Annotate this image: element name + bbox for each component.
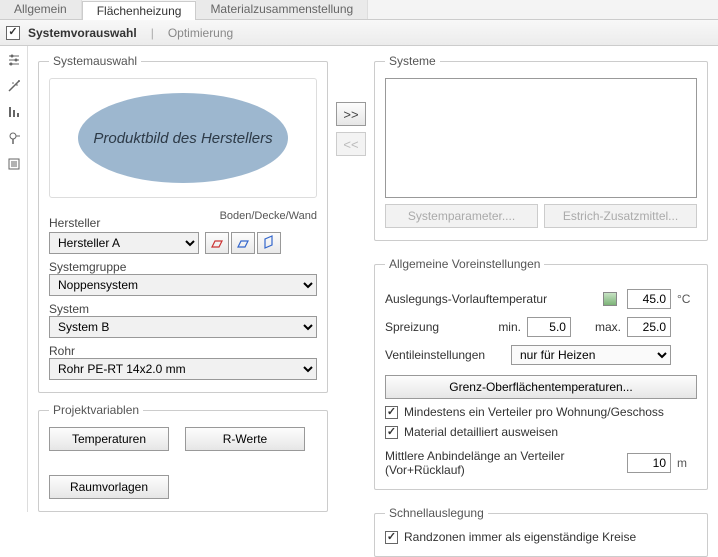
randzonen-checkbox[interactable] [385, 531, 398, 544]
levels-icon[interactable] [6, 104, 22, 120]
voreinstellungen-legend: Allgemeine Voreinstellungen [385, 257, 544, 271]
schnellauslegung-legend: Schnellauslegung [385, 506, 488, 520]
subheader-secondary[interactable]: Optimierung [168, 26, 233, 40]
systemauswahl-group: Systemauswahl Produktbild des Hersteller… [38, 54, 328, 393]
systemparameter-button[interactable]: Systemparameter.... [385, 204, 538, 228]
systemgruppe-label: Systemgruppe [49, 260, 317, 274]
grenz-oberflaechentemp-button[interactable]: Grenz-Oberflächentemperaturen... [385, 375, 697, 399]
material-detailliert-checkbox[interactable] [385, 426, 398, 439]
allgemeine-voreinstellungen-group: Allgemeine Voreinstellungen Auslegungs-V… [374, 257, 708, 490]
temperature-indicator-icon [603, 292, 617, 306]
vorlauf-label: Auslegungs-Vorlauftemperatur [385, 292, 597, 306]
system-label: System [49, 302, 317, 316]
vorlauf-input[interactable] [627, 289, 671, 309]
divider: | [151, 26, 154, 40]
systeme-legend: Systeme [385, 54, 440, 68]
bdw-label: Boden/Decke/Wand [220, 210, 317, 222]
ventil-select[interactable]: nur für Heizen [511, 345, 671, 365]
anbind-input[interactable] [627, 453, 671, 473]
boden-toggle[interactable] [205, 232, 229, 254]
verteiler-pro-wohnung-label: Mindestens ein Verteiler pro Wohnung/Ges… [404, 405, 664, 419]
verteiler-pro-wohnung-checkbox[interactable] [385, 406, 398, 419]
spreizung-max-input[interactable] [627, 317, 671, 337]
hersteller-label: Hersteller [49, 216, 100, 230]
sliders-icon[interactable] [6, 52, 22, 68]
hersteller-select[interactable]: Hersteller A [49, 232, 199, 254]
system-select[interactable]: System B [49, 316, 317, 338]
add-system-button[interactable]: >> [336, 102, 366, 126]
anbind-unit: m [677, 456, 697, 470]
wand-icon[interactable] [6, 78, 22, 94]
systeme-listbox[interactable] [385, 78, 697, 198]
rohr-label: Rohr [49, 344, 317, 358]
wand-toggle[interactable] [257, 232, 281, 254]
temperaturen-button[interactable]: Temperaturen [49, 427, 169, 451]
max-label: max. [595, 320, 621, 334]
spreizung-min-input[interactable] [527, 317, 571, 337]
anbind-label: Mittlere Anbindelänge an Verteiler (Vor+… [385, 449, 621, 477]
remove-system-button[interactable]: << [336, 132, 366, 156]
systemgruppe-select[interactable]: Noppensystem [49, 274, 317, 296]
product-preview-placeholder: Produktbild des Herstellers [78, 93, 288, 183]
estrich-zusatzmittel-button[interactable]: Estrich-Zusatzmittel... [544, 204, 697, 228]
product-preview: Produktbild des Herstellers [49, 78, 317, 198]
tab-materialzusammenstellung[interactable]: Materialzusammenstellung [196, 0, 368, 19]
list-icon[interactable] [6, 156, 22, 172]
vorlauf-unit: °C [677, 292, 697, 306]
randzonen-label: Randzonen immer als eigenständige Kreise [404, 530, 636, 544]
projektvariablen-group: Projektvariablen Temperaturen R-Werte Ra… [38, 403, 328, 512]
material-detailliert-label: Material detailliert ausweisen [404, 425, 558, 439]
subheader-title: Systemvorauswahl [28, 26, 137, 40]
rohr-select[interactable]: Rohr PE-RT 14x2.0 mm [49, 358, 317, 380]
schnellauslegung-group: Schnellauslegung Randzonen immer als eig… [374, 506, 708, 557]
rwerte-button[interactable]: R-Werte [185, 427, 305, 451]
systemauswahl-legend: Systemauswahl [49, 54, 141, 68]
subheader: Systemvorauswahl | Optimierung [0, 20, 718, 46]
tool-icon[interactable] [6, 130, 22, 146]
min-label: min. [498, 320, 521, 334]
raumvorlagen-button[interactable]: Raumvorlagen [49, 475, 169, 499]
ventil-label: Ventileinstellungen [385, 348, 505, 362]
projektvariablen-legend: Projektvariablen [49, 403, 143, 417]
decke-toggle[interactable] [231, 232, 255, 254]
spreizung-label: Spreizung [385, 320, 492, 334]
systeme-group: Systeme Systemparameter.... Estrich-Zusa… [374, 54, 708, 241]
tab-allgemein[interactable]: Allgemein [0, 0, 82, 19]
top-tabs: Allgemein Flächenheizung Materialzusamme… [0, 0, 718, 20]
systemvorauswahl-checkbox[interactable] [6, 26, 20, 40]
left-toolbar [0, 46, 28, 512]
tab-flaechenheizung[interactable]: Flächenheizung [82, 1, 197, 20]
